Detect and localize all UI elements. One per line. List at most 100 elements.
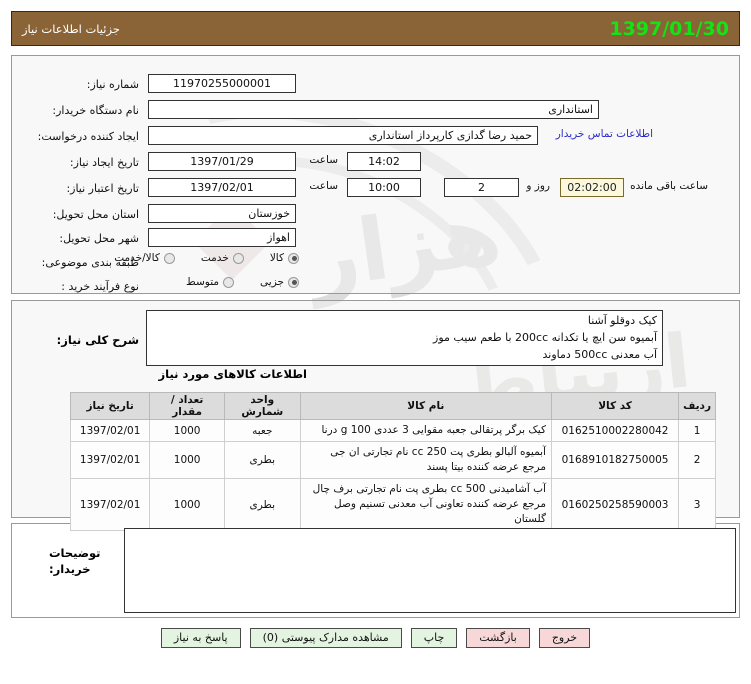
remaining-hours-label: ساعت باقی مانده — [630, 180, 708, 192]
create-time-label: ساعت — [309, 154, 338, 166]
description-line-3: آب معدنی 500cc دماوند — [542, 348, 658, 361]
cell-unit: بطری — [223, 478, 301, 531]
print-button[interactable]: چاپ — [410, 628, 458, 648]
countdown-timer: 02:02:00 — [560, 178, 624, 197]
radio-category-kala-khedmat[interactable]: کالا/خدمت — [114, 252, 175, 264]
cell-date: 1397/02/01 — [69, 441, 151, 479]
table-row[interactable]: 3 0160250258590003 آب آشامیدنی 500 cc بط… — [69, 478, 716, 531]
province-label: استان محل تحویل: — [52, 207, 139, 221]
radio-circle-icon — [232, 252, 244, 264]
view-attachments-button[interactable]: مشاهده مدارک پیوستی (0) — [249, 628, 402, 648]
buyer-contact-link[interactable]: اطلاعات تماس خریدار — [556, 128, 653, 140]
respond-to-need-button[interactable]: پاسخ به نیاز — [160, 628, 241, 648]
requester-label: ایجاد کننده درخواست: — [37, 129, 139, 143]
radio-category-kala[interactable]: کالا — [270, 252, 299, 264]
goods-section-heading: اطلاعات کالاهای مورد نیاز — [158, 367, 307, 381]
radio-circle-icon — [223, 276, 235, 288]
row-process: نوع فرآیند خرید : — [55, 276, 139, 296]
city-label: شهر محل تحویل: — [59, 231, 139, 245]
goods-table-header: ردیف کد کالا نام کالا واحد شمارش تعداد /… — [69, 392, 716, 420]
radio-process-jozei[interactable]: جزیی — [260, 276, 299, 288]
expire-date-value: 1397/02/01 — [148, 178, 296, 197]
row-create-date: تاریخ ایجاد نیاز: — [64, 152, 139, 172]
description-line-1: کیک دوقلو آشنا — [587, 314, 657, 327]
cell-radif: 2 — [678, 441, 716, 479]
cell-unit: بطری — [223, 441, 301, 479]
th-qty: تعداد / مقدار — [149, 392, 225, 420]
radio-label-kala-khedmat: کالا/خدمت — [114, 252, 160, 264]
th-date: تاریخ نیاز — [69, 392, 151, 420]
buyer-org-value: استانداری — [148, 100, 599, 119]
row-expire-date: تاریخ اعتبار نیاز: — [60, 178, 139, 198]
table-row[interactable]: 1 0162510002280042 کیک برگر پرتقالی جعبه… — [69, 419, 716, 442]
buyer-notes-label-line1: توضیحات — [49, 546, 101, 560]
create-date-value: 1397/01/29 — [148, 152, 296, 171]
buyer-notes-box[interactable] — [124, 528, 736, 613]
city-value: اهواز — [148, 228, 296, 247]
cell-date: 1397/02/01 — [69, 478, 151, 531]
th-radif: ردیف — [678, 392, 716, 420]
cell-unit: جعبه — [223, 419, 301, 442]
expire-time-label: ساعت — [309, 180, 338, 192]
th-name: نام کالا — [299, 392, 552, 420]
table-row[interactable]: 2 0168910182750005 آبمیوه آلبالو بطری پت… — [69, 441, 716, 479]
row-need-number: شماره نیاز: — [81, 74, 139, 94]
cell-code: 0168910182750005 — [550, 441, 680, 479]
expire-time-value: 10:00 — [347, 178, 421, 197]
cell-code: 0160250258590003 — [550, 478, 680, 531]
need-number-value: 11970255000001 — [148, 74, 296, 93]
cell-name: آبمیوه آلبالو بطری پت 250 cc نام تجارتی … — [299, 441, 552, 479]
description-box: کیک دوقلو آشنا آبمیوه سن ایچ یا تکدانه 2… — [146, 310, 663, 366]
need-number-label: شماره نیاز: — [86, 77, 139, 91]
radio-label-kala: کالا — [269, 252, 284, 264]
goods-table-body: 1 0162510002280042 کیک برگر پرتقالی جعبه… — [69, 419, 716, 531]
cell-qty: 1000 — [149, 478, 225, 531]
table-header-row: ردیف کد کالا نام کالا واحد شمارش تعداد /… — [69, 392, 716, 420]
remaining-days-value: 2 — [444, 178, 519, 197]
row-buyer-org: نام دستگاه خریدار: — [46, 100, 139, 120]
create-time-value: 14:02 — [347, 152, 421, 171]
cell-code: 0162510002280042 — [550, 419, 680, 442]
create-date-label: تاریخ ایجاد نیاز: — [69, 155, 139, 169]
radio-process-motavaset[interactable]: متوسط — [186, 276, 235, 288]
footer-button-bar: خروج بازگشت چاپ مشاهده مدارک پیوستی (0) … — [0, 626, 751, 650]
buyer-notes-label-line2: خریدار: — [49, 562, 91, 576]
row-city: شهر محل تحویل: — [53, 228, 139, 248]
th-code: کد کالا — [550, 392, 680, 420]
window-titlebar: 1397/01/30 جزئیات اطلاعات نیاز — [11, 11, 740, 46]
cell-radif: 3 — [678, 478, 716, 531]
radio-category-khedmat[interactable]: خدمت — [201, 252, 244, 264]
description-label: شرح کلی نیاز: — [56, 333, 139, 347]
row-requester: ایجاد کننده درخواست: — [32, 126, 139, 146]
radio-label-jozei: جزیی — [260, 276, 284, 288]
back-button[interactable]: بازگشت — [466, 628, 530, 648]
row-province: استان محل تحویل: — [47, 204, 139, 224]
exit-button[interactable]: خروج — [538, 628, 591, 648]
process-radio-group[interactable]: جزیی متوسط — [160, 276, 299, 288]
cell-name: کیک برگر پرتقالی جعبه مقوایی 3 عددی 100 … — [299, 419, 552, 442]
titlebar-date: 1397/01/30 — [609, 17, 729, 40]
expire-date-label: تاریخ اعتبار نیاز: — [66, 181, 139, 195]
radio-label-motavaset: متوسط — [186, 276, 220, 288]
cell-radif: 1 — [678, 419, 716, 442]
cell-qty: 1000 — [149, 441, 225, 479]
requester-value: حمید رضا گدازی کارپرداز استانداری — [148, 126, 538, 145]
page-title: جزئیات اطلاعات نیاز — [22, 21, 120, 36]
radio-circle-icon — [288, 276, 299, 288]
th-unit: واحد شمارش — [223, 392, 301, 420]
category-radio-group[interactable]: کالا خدمت کالا/خدمت — [88, 252, 299, 264]
buyer-org-label: نام دستگاه خریدار: — [52, 103, 139, 117]
radio-circle-icon — [163, 252, 175, 264]
radio-circle-icon — [288, 252, 299, 264]
process-label: نوع فرآیند خرید : — [61, 279, 139, 293]
page-root: هزار ارتباط 1397/01/30 جزئیات اطلاعات نی… — [0, 0, 751, 684]
province-value: خوزستان — [148, 204, 296, 223]
cell-date: 1397/02/01 — [69, 419, 151, 442]
buyer-notes-label: توضیحات خریدار: — [49, 545, 119, 577]
cell-qty: 1000 — [149, 419, 225, 442]
description-line-2: آبمیوه سن ایچ یا تکدانه 200cc با طعم سیب… — [433, 331, 657, 344]
cell-name: آب آشامیدنی 500 cc بطری پت نام تجارتی بر… — [299, 478, 552, 531]
radio-label-khedmat: خدمت — [200, 252, 229, 264]
goods-table: ردیف کد کالا نام کالا واحد شمارش تعداد /… — [69, 392, 716, 531]
remaining-days-label: روز و — [526, 180, 550, 192]
